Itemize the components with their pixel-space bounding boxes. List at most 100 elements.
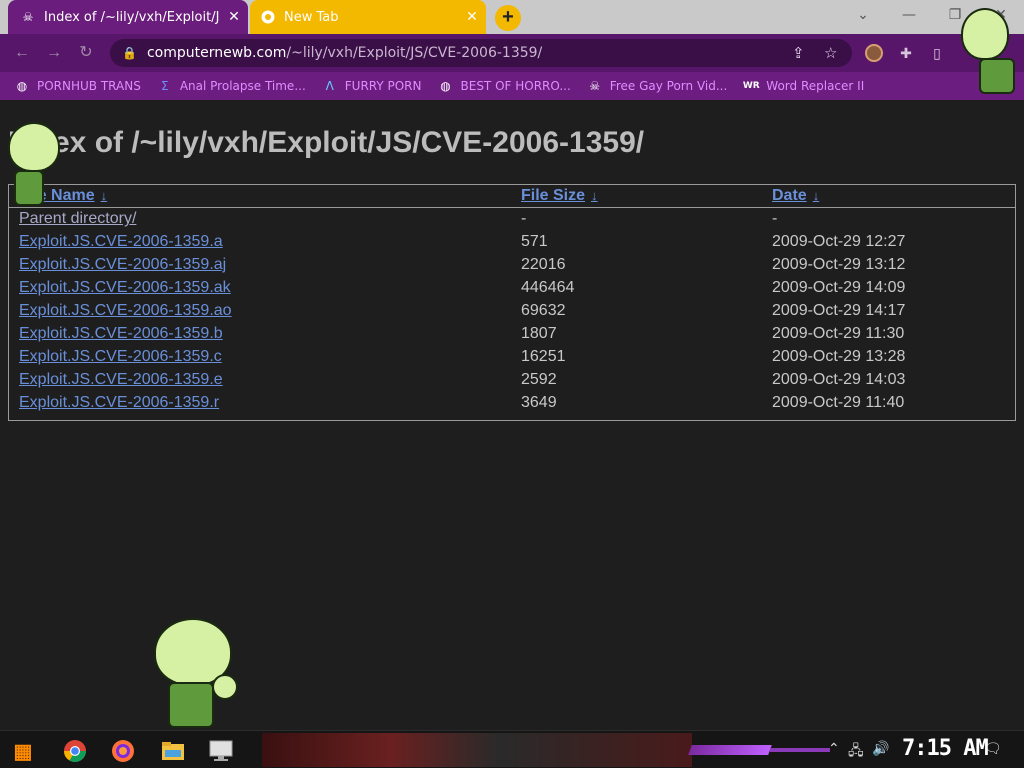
lock-icon: 🔒 [122,46,137,60]
file-date: 2009-Oct-29 13:12 [772,256,906,273]
sort-arrow-icon[interactable]: ↓ [101,188,108,203]
bookmark-label: BEST OF HORRO... [460,79,571,93]
page-title: Index of /~lily/vxh/Exploit/JS/CVE-2006-… [8,126,645,159]
file-table: File Name ↓ File Size ↓ Date ↓ Parent direc… [9,185,1015,415]
tab-title: New Tab [284,9,339,25]
bookmark-item[interactable]: ◍ PORNHUB TRANS [14,78,141,94]
bookmark-item[interactable]: ◍ BEST OF HORRO... [438,78,571,94]
chevron-down-icon[interactable]: ⌄ [840,0,886,30]
file-link[interactable]: Exploit.JS.CVE-2006-1359.a [19,233,223,250]
sort-by-size-link[interactable]: File Size [521,187,585,204]
bookmark-label: PORNHUB TRANS [37,79,141,93]
file-size: - [521,210,527,228]
lambda-icon: Λ [325,79,334,93]
column-header-date[interactable]: Date ↓ [762,185,1015,208]
forward-arrow-icon[interactable]: → [42,42,66,64]
file-size: 69632 [521,302,566,319]
bookmark-item[interactable]: WR Word Replacer II [743,78,864,94]
file-explorer-icon[interactable] [158,736,188,766]
file-link[interactable]: Exploit.JS.CVE-2006-1359.c [19,348,222,365]
table-row: Exploit.JS.CVE-2006-1359.a 571 2009-Oct-… [9,231,1015,254]
table-row: Exploit.JS.CVE-2006-1359.r 3649 2009-Oct… [9,392,1015,415]
network-icon[interactable]: 🖧 [848,740,864,764]
wr-icon: WR [742,81,760,91]
taskbar-clock[interactable]: 7:15 AM [902,736,989,761]
file-link[interactable]: Exploit.JS.CVE-2006-1359.ao [19,302,232,319]
tab-active[interactable]: ☠ Index of /~lily/vxh/Exploit/JS ✕ [8,0,248,34]
notification-icon[interactable]: 🗨 [984,740,1002,757]
peridot-character-sticker [955,8,1021,98]
globe-icon: ◍ [440,79,451,93]
file-date: 2009-Oct-29 14:17 [772,302,906,319]
table-row: Exploit.JS.CVE-2006-1359.e 2592 2009-Oct… [9,369,1015,392]
avatar[interactable] [865,44,883,62]
monitor-icon[interactable] [206,736,236,766]
file-link[interactable]: Exploit.JS.CVE-2006-1359.aj [19,256,226,273]
table-row: Exploit.JS.CVE-2006-1359.ak 446464 2009-… [9,277,1015,300]
directory-listing: File Name ↓ File Size ↓ Date ↓ Parent direc… [8,184,1016,421]
sort-by-date-link[interactable]: Date [772,187,807,204]
chrome-icon[interactable] [60,736,90,766]
side-panel-icon[interactable]: ▯ [928,44,946,62]
decorative-line [770,748,830,752]
column-header-file-size[interactable]: File Size ↓ [511,185,762,208]
file-date: 2009-Oct-29 14:09 [772,279,906,296]
minimize-button[interactable]: — [886,0,932,30]
file-size: 571 [521,233,548,250]
file-date: - [772,210,778,228]
table-row: Parent directory/ - - [9,208,1015,231]
file-link[interactable]: Exploit.JS.CVE-2006-1359.e [19,371,223,388]
column-header-file-name[interactable]: File Name ↓ [9,185,511,208]
reload-icon[interactable]: ↻ [74,42,98,64]
file-size: 3649 [521,394,557,411]
file-size: 22016 [521,256,566,273]
table-row: Exploit.JS.CVE-2006-1359.b 1807 2009-Oct… [9,323,1015,346]
bookmark-item[interactable]: Λ FURRY PORN [322,78,422,94]
file-date: 2009-Oct-29 11:30 [772,325,905,342]
decorative-strip [688,745,772,755]
share-icon[interactable]: ⇪ [792,44,805,62]
new-tab-button[interactable]: + [495,5,521,31]
skull-icon: ☠ [589,79,601,93]
star-icon[interactable]: ☆ [824,44,837,62]
file-size: 1807 [521,325,557,342]
bookmark-item[interactable]: Σ Anal Prolapse Time... [157,78,306,94]
firefox-icon[interactable] [108,736,138,766]
extensions-icon[interactable]: ✚ [897,44,915,62]
table-header-row: File Name ↓ File Size ↓ Date ↓ [9,185,1015,208]
bookmarks-bar: ◍ PORNHUB TRANS Σ Anal Prolapse Time... … [0,72,1024,100]
file-link[interactable]: Exploit.JS.CVE-2006-1359.ak [19,279,231,296]
file-size: 16251 [521,348,566,365]
file-link[interactable]: Exploit.JS.CVE-2006-1359.r [19,394,219,411]
url-host: computernewb.com [146,45,287,61]
chevron-up-icon[interactable]: ⌃ [828,740,840,757]
taskbar: ▦ ⌃ 🖧 🔊 7:15 AM 🗨 [0,730,1024,768]
file-date: 2009-Oct-29 12:27 [772,233,906,250]
volume-icon[interactable]: 🔊 [872,740,889,757]
browser-titlebar: ☠ Index of /~lily/vxh/Exploit/JS ✕ New T… [0,0,1024,34]
taskbar-banner-image [262,733,692,767]
bookmark-item[interactable]: ☠ Free Gay Porn Vid... [587,78,727,94]
table-row: Exploit.JS.CVE-2006-1359.ao 69632 2009-O… [9,300,1015,323]
file-size: 446464 [521,279,575,296]
file-date: 2009-Oct-29 13:28 [772,348,906,365]
parent-directory-link[interactable]: Parent directory/ [19,210,136,227]
file-size: 2592 [521,371,557,388]
bookmark-label: FURRY PORN [344,79,422,93]
skull-icon: ☠ [22,10,34,24]
sort-arrow-icon[interactable]: ↓ [813,188,820,203]
back-arrow-icon[interactable]: ← [10,42,34,64]
bookmark-label: Anal Prolapse Time... [179,79,306,93]
tab-new-tab[interactable]: New Tab ✕ [250,0,486,34]
start-icon[interactable]: ▦ [8,736,38,766]
table-row: Exploit.JS.CVE-2006-1359.c 16251 2009-Oc… [9,346,1015,369]
close-tab-icon[interactable]: ✕ [220,9,248,25]
address-bar[interactable]: 🔒 computernewb.com /~lily/vxh/Exploit/JS… [110,39,852,67]
url-path: /~lily/vxh/Exploit/JS/CVE-2006-1359/ [286,45,543,61]
file-link[interactable]: Exploit.JS.CVE-2006-1359.b [19,325,223,342]
close-tab-icon[interactable]: ✕ [458,9,486,25]
bookmark-label: Word Replacer II [766,79,865,93]
sigma-icon: Σ [161,79,169,93]
file-date: 2009-Oct-29 11:40 [772,394,905,411]
sort-arrow-icon[interactable]: ↓ [591,188,598,203]
